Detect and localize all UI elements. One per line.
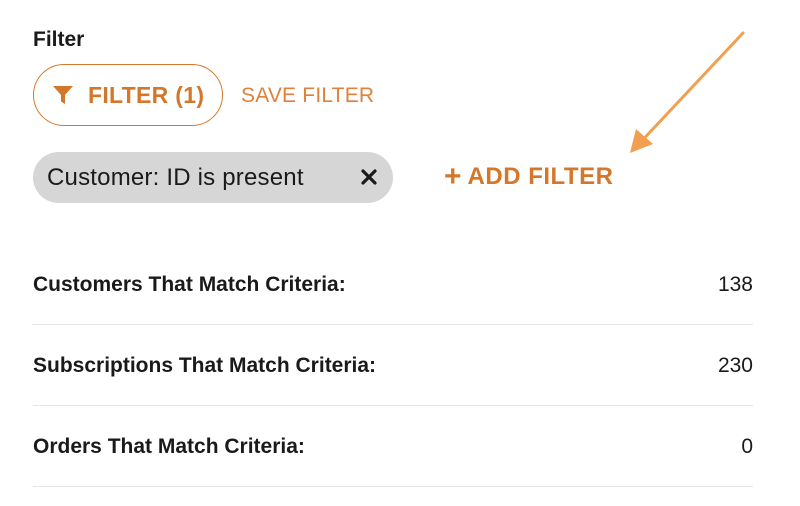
stat-value: 230 (717, 354, 753, 377)
filter-button-label: FILTER (1) (88, 81, 205, 108)
match-criteria-stats: Customers That Match Criteria: 138 Subsc… (33, 244, 753, 487)
save-filter-link[interactable]: SAVE FILTER (241, 84, 374, 108)
plus-icon: + (444, 160, 462, 193)
active-filter-chip: Customer: ID is present (33, 152, 393, 203)
stat-row-orders: Orders That Match Criteria: 0 (33, 406, 753, 487)
filter-button[interactable]: FILTER (1) (33, 64, 223, 126)
filter-section-title: Filter (33, 28, 85, 51)
stat-label: Orders That Match Criteria: (33, 435, 305, 458)
filter-funnel-icon (52, 84, 74, 106)
stat-label: Customers That Match Criteria: (33, 273, 346, 296)
stat-row-subscriptions: Subscriptions That Match Criteria: 230 (33, 325, 753, 406)
active-filter-label: Customer: ID is present (47, 163, 304, 191)
stat-value: 0 (741, 435, 753, 458)
stat-label: Subscriptions That Match Criteria: (33, 354, 377, 377)
stat-value: 138 (717, 273, 753, 296)
add-filter-label: ADD FILTER (467, 163, 614, 190)
annotation-arrow-icon (630, 31, 745, 153)
close-icon[interactable] (359, 167, 379, 187)
add-filter-button[interactable]: + ADD FILTER (444, 160, 614, 193)
stat-row-customers: Customers That Match Criteria: 138 (33, 244, 753, 325)
